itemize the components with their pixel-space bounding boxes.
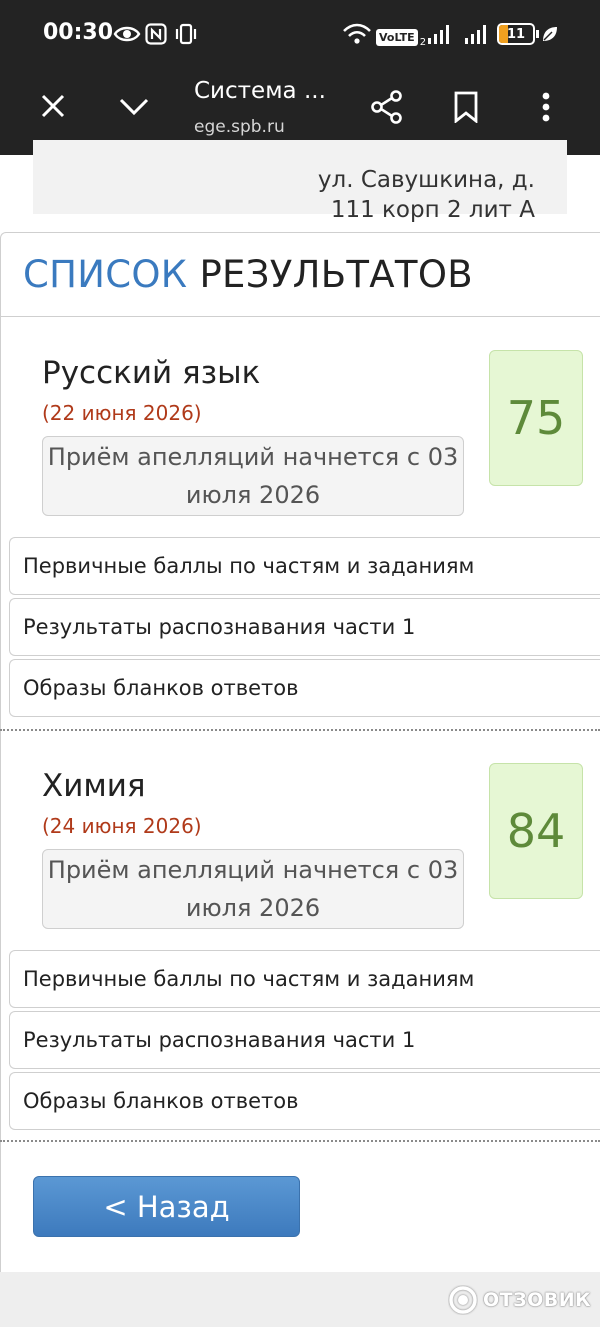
appeal-notice: Приём апелляций начнется с 03 июля 2026	[42, 849, 464, 929]
subject-date: (22 июня 2026)	[42, 401, 202, 425]
watermark: ОТЗОВИК	[448, 1283, 591, 1317]
bookmark-icon	[454, 91, 478, 123]
divider	[0, 1140, 600, 1142]
link-primary-scores[interactable]: Первичные баллы по частям и заданиям	[9, 537, 600, 595]
appeal-notice: Приём апелляций начнется с 03 июля 2026	[42, 436, 464, 516]
collapse-button[interactable]	[114, 92, 154, 122]
page-url[interactable]: ege.spb.ru	[194, 117, 285, 137]
otzovik-logo-icon	[449, 1286, 477, 1314]
divider	[0, 729, 600, 731]
address-card: ул. Савушкина, д. 111 корп 2 лит А	[33, 140, 567, 223]
share-icon	[371, 90, 402, 124]
close-icon	[41, 94, 65, 118]
score-badge: 84	[489, 763, 583, 899]
results-title: СПИСОК РЕЗУЛЬТАТОВ	[23, 253, 473, 296]
more-vertical-icon	[542, 92, 550, 122]
link-recognition-results[interactable]: Результаты распознавания части 1	[9, 598, 600, 656]
signal-icon	[464, 20, 490, 48]
vibrate-icon	[174, 20, 198, 48]
eye-icon	[113, 20, 141, 48]
subject-name: Русский язык	[42, 355, 261, 391]
more-menu-button[interactable]	[534, 88, 558, 126]
nfc-icon	[145, 20, 167, 48]
share-button[interactable]	[368, 88, 406, 126]
subject-date: (24 июня 2026)	[42, 814, 202, 838]
leaf-icon	[541, 20, 559, 48]
bookmark-button[interactable]	[449, 88, 483, 126]
signal-icon	[427, 20, 453, 48]
results-header: СПИСОК РЕЗУЛЬТАТОВ	[1, 233, 600, 317]
link-primary-scores[interactable]: Первичные баллы по частям и заданиям	[9, 950, 600, 1008]
subject-name: Химия	[42, 768, 146, 804]
link-recognition-results[interactable]: Результаты распознавания части 1	[9, 1011, 600, 1069]
score-badge: 75	[489, 350, 583, 486]
volte-badge: VoLTE 2	[376, 23, 426, 51]
chevron-down-icon	[119, 98, 149, 116]
link-answer-forms[interactable]: Образы бланков ответов	[9, 659, 600, 717]
link-answer-forms[interactable]: Образы бланков ответов	[9, 1072, 600, 1130]
battery-icon: 11	[497, 20, 539, 48]
close-tab-button[interactable]	[36, 89, 70, 123]
wifi-icon	[342, 20, 372, 48]
back-button[interactable]: < Назад	[33, 1176, 300, 1237]
address-text: ул. Савушкина, д. 111 корп 2 лит А	[317, 167, 535, 223]
browser-chrome: 00:30 VoLTE 2 11 Система ... ege.spb.ru	[0, 0, 600, 155]
page-title: Система ...	[194, 78, 326, 104]
status-time: 00:30	[43, 20, 114, 45]
status-bar: 00:30 VoLTE 2 11	[0, 0, 600, 68]
